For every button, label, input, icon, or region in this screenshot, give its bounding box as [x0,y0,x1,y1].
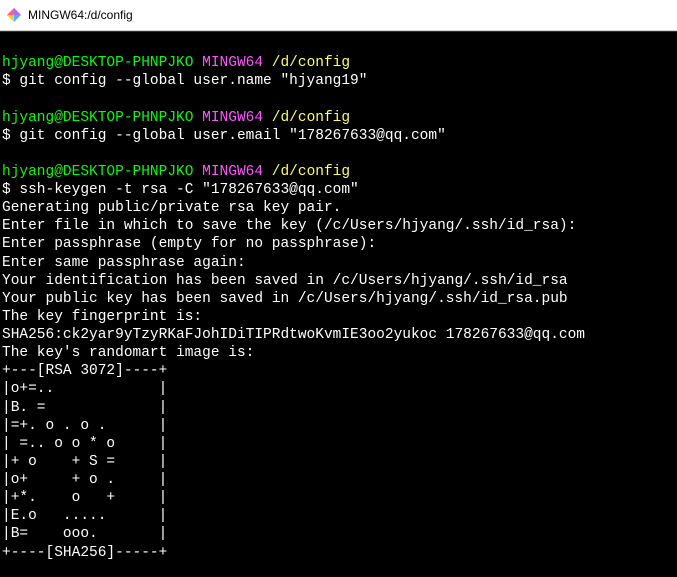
prompt-line: hjyang@DESKTOP-PHNPJKO MINGW64 /d/config [2,109,675,127]
output-line: |+*. o + | [2,489,675,507]
terminal-output[interactable]: hjyang@DESKTOP-PHNPJKO MINGW64 /d/config… [0,31,677,577]
output-line: Enter passphrase (empty for no passphras… [2,235,675,253]
prompt-line: hjyang@DESKTOP-PHNPJKO MINGW64 /d/config [2,163,675,181]
command-line: $ ssh-keygen -t rsa -C "178267633@qq.com… [2,181,675,199]
output-line: Your public key has been saved in /c/Use… [2,290,675,308]
output-line: |o+=.. | [2,380,675,398]
output-line: Generating public/private rsa key pair. [2,199,675,217]
output-line: +----[SHA256]-----+ [2,544,675,562]
output-line: Enter same passphrase again: [2,254,675,272]
command-line: $ git config --global user.email "178267… [2,127,675,145]
app-icon [6,7,22,23]
output-line: SHA256:ck2yar9yTzyRKaFJohIDiTIPRdtwoKvmI… [2,326,675,344]
command-line: $ git config --global user.name "hjyang1… [2,72,675,90]
output-line: +---[RSA 3072]----+ [2,362,675,380]
output-line: Enter file in which to save the key (/c/… [2,217,675,235]
output-line: | =.. o o * o | [2,435,675,453]
output-line: |+ o + S = | [2,453,675,471]
output-line: |=+. o . o . | [2,417,675,435]
output-line: |B. = | [2,399,675,417]
output-line: The key's randomart image is: [2,344,675,362]
output-line: Your identification has been saved in /c… [2,272,675,290]
window-title: MINGW64:/d/config [28,8,133,22]
window-titlebar: MINGW64:/d/config [0,0,677,31]
output-line: The key fingerprint is: [2,308,675,326]
blank-line [2,90,675,108]
output-line: |o+ + o . | [2,471,675,489]
prompt-line: hjyang@DESKTOP-PHNPJKO MINGW64 /d/config [2,54,675,72]
blank-line [2,145,675,163]
blank-line [2,36,675,54]
output-line: |B= ooo. | [2,525,675,543]
output-line: |E.o ..... | [2,507,675,525]
